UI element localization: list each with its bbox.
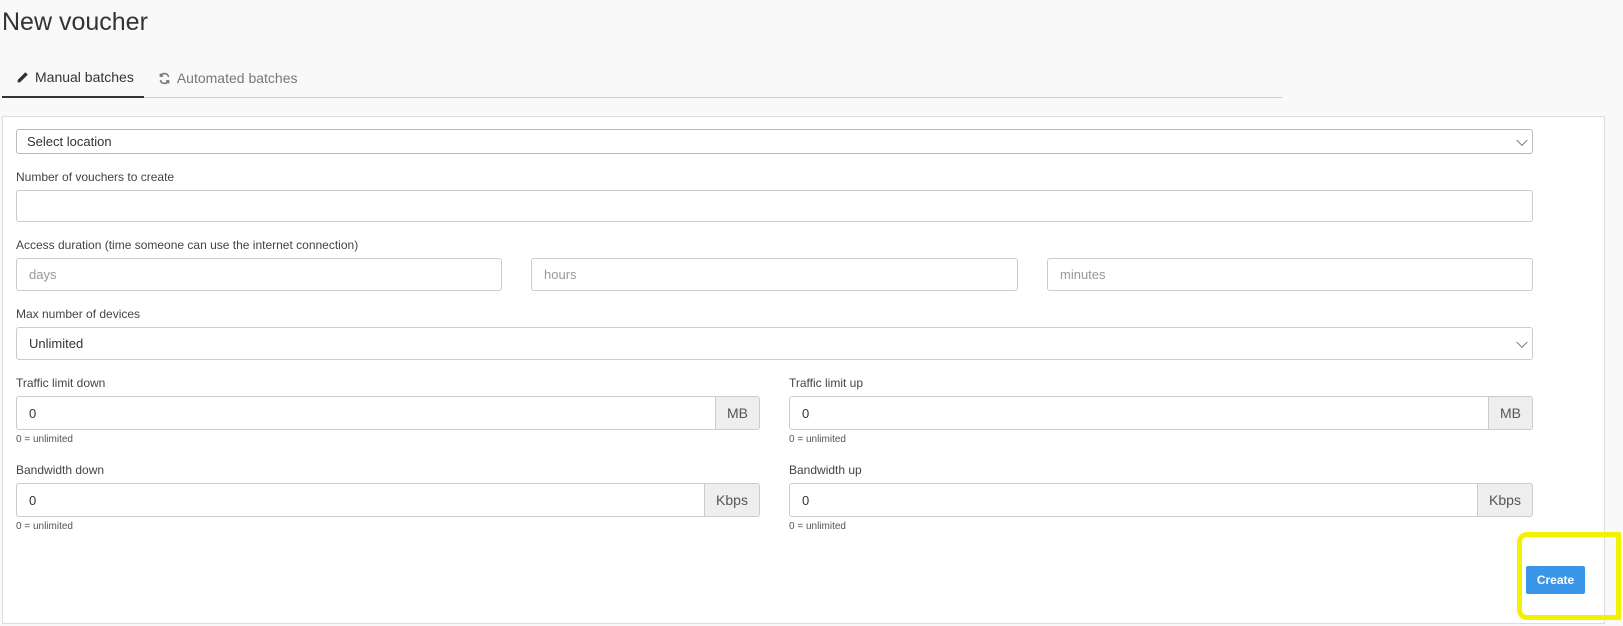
devices-select-value: Unlimited	[29, 336, 84, 351]
devices-label: Max number of devices	[16, 307, 141, 321]
tab-automated-batches[interactable]: Automated batches	[144, 58, 308, 98]
traffic-up-unit: MB	[1488, 396, 1533, 430]
minutes-input[interactable]	[1047, 258, 1533, 291]
create-button[interactable]: Create	[1526, 566, 1585, 594]
bandwidth-up-label: Bandwidth up	[789, 463, 862, 477]
tab-label: Manual batches	[35, 69, 134, 85]
location-select-value: Select location	[27, 134, 112, 149]
traffic-up-hint: 0 = unlimited	[789, 434, 846, 445]
page-title: New voucher	[2, 8, 148, 36]
traffic-up-input[interactable]	[789, 396, 1489, 430]
duration-label: Access duration (time someone can use th…	[16, 238, 359, 252]
traffic-down-hint: 0 = unlimited	[16, 434, 73, 445]
location-select[interactable]: Select location	[16, 129, 1533, 154]
hours-input[interactable]	[531, 258, 1018, 291]
days-input[interactable]	[16, 258, 502, 291]
bandwidth-up-unit: Kbps	[1477, 483, 1533, 517]
traffic-down-input[interactable]	[16, 396, 716, 430]
chevron-down-icon	[1516, 336, 1528, 348]
tab-label: Automated batches	[176, 70, 298, 86]
bandwidth-down-input[interactable]	[16, 483, 705, 517]
pencil-icon	[17, 71, 28, 82]
traffic-down-label: Traffic limit down	[16, 376, 106, 390]
tab-bar: Manual batches Automated batches	[2, 58, 1282, 98]
bandwidth-down-label: Bandwidth down	[16, 463, 105, 477]
traffic-up-label: Traffic limit up	[789, 376, 864, 390]
vouchers-input[interactable]	[16, 190, 1533, 222]
bandwidth-down-unit: Kbps	[704, 483, 760, 517]
devices-select[interactable]: Unlimited	[16, 327, 1533, 360]
refresh-icon	[159, 72, 170, 84]
tab-manual-batches[interactable]: Manual batches	[2, 58, 144, 98]
bandwidth-up-input[interactable]	[789, 483, 1478, 517]
chevron-down-icon	[1516, 134, 1528, 146]
vouchers-label: Number of vouchers to create	[16, 170, 175, 184]
traffic-down-unit: MB	[715, 396, 760, 430]
bandwidth-up-hint: 0 = unlimited	[789, 521, 846, 532]
bandwidth-down-hint: 0 = unlimited	[16, 521, 73, 532]
